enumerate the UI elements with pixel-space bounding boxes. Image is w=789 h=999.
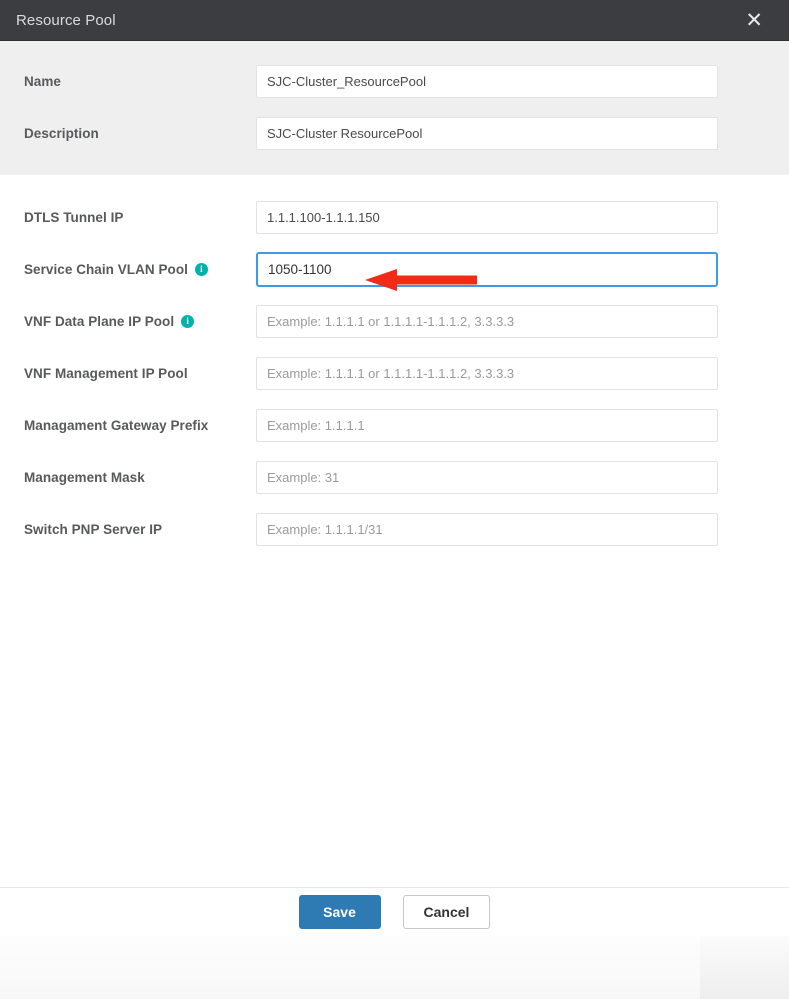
modal-footer: Save Cancel [0, 887, 789, 936]
page-title: Resource Pool [16, 11, 116, 29]
modal-header: Resource Pool ✕ [0, 0, 789, 41]
field-label-management-gateway-prefix: Managament Gateway Prefix [24, 418, 256, 433]
management-mask-input[interactable] [256, 460, 718, 494]
field-label-name: Name [24, 74, 256, 89]
field-row-name: Name [0, 55, 789, 107]
field-label-service-chain-vlan-pool: Service Chain VLAN Pool i [24, 262, 256, 277]
save-button[interactable]: Save [298, 895, 381, 929]
field-row-description: Description [0, 107, 789, 159]
field-label-dtls-tunnel-ip: DTLS Tunnel IP [24, 210, 256, 225]
field-row-switch-pnp-server-ip: Switch PNP Server IP [0, 503, 789, 555]
field-label-text: DTLS Tunnel IP [24, 209, 124, 225]
field-label-management-mask: Management Mask [24, 470, 256, 485]
field-row-vnf-data-plane-ip-pool: VNF Data Plane IP Pool i [0, 295, 789, 347]
name-input[interactable] [256, 64, 718, 98]
pool-settings-section: DTLS Tunnel IP Service Chain VLAN Pool i… [0, 175, 789, 555]
field-label-text: Management Mask [24, 469, 145, 485]
field-row-management-mask: Management Mask [0, 451, 789, 503]
field-row-management-gateway-prefix: Managament Gateway Prefix [0, 399, 789, 451]
vnf-management-ip-pool-input[interactable] [256, 356, 718, 390]
cancel-button[interactable]: Cancel [402, 895, 491, 929]
field-label-text: Description [24, 125, 99, 141]
field-label-switch-pnp-server-ip: Switch PNP Server IP [24, 522, 256, 537]
field-row-service-chain-vlan-pool: Service Chain VLAN Pool i [0, 243, 789, 295]
field-label-vnf-management-ip-pool: VNF Management IP Pool [24, 366, 256, 381]
info-icon[interactable]: i [181, 314, 195, 328]
resource-pool-modal: Resource Pool ✕ Name Description DTLS Tu… [0, 0, 789, 936]
identity-section: Name Description [0, 41, 789, 175]
page-backdrop [0, 936, 789, 999]
info-icon[interactable]: i [194, 262, 208, 276]
description-input[interactable] [256, 116, 718, 150]
modal-body: Name Description DTLS Tunnel IP S [0, 41, 789, 887]
page-backdrop-sheet [0, 936, 700, 999]
field-label-text: Switch PNP Server IP [24, 521, 163, 537]
switch-pnp-server-ip-input[interactable] [256, 512, 718, 546]
field-label-text: VNF Management IP Pool [24, 365, 188, 381]
field-label-text: Name [24, 73, 61, 89]
service-chain-vlan-pool-input[interactable] [256, 251, 718, 287]
field-label-description: Description [24, 126, 256, 141]
vnf-data-plane-ip-pool-input[interactable] [256, 304, 718, 338]
field-label-text: Managament Gateway Prefix [24, 417, 209, 433]
field-row-dtls-tunnel-ip: DTLS Tunnel IP [0, 191, 789, 243]
field-row-vnf-management-ip-pool: VNF Management IP Pool [0, 347, 789, 399]
field-label-text: VNF Data Plane IP Pool [24, 313, 175, 329]
close-icon[interactable]: ✕ [741, 8, 767, 33]
field-label-vnf-data-plane-ip-pool: VNF Data Plane IP Pool i [24, 314, 256, 329]
management-gateway-prefix-input[interactable] [256, 408, 718, 442]
field-label-text: Service Chain VLAN Pool [24, 261, 188, 277]
dtls-tunnel-ip-input[interactable] [256, 200, 718, 234]
